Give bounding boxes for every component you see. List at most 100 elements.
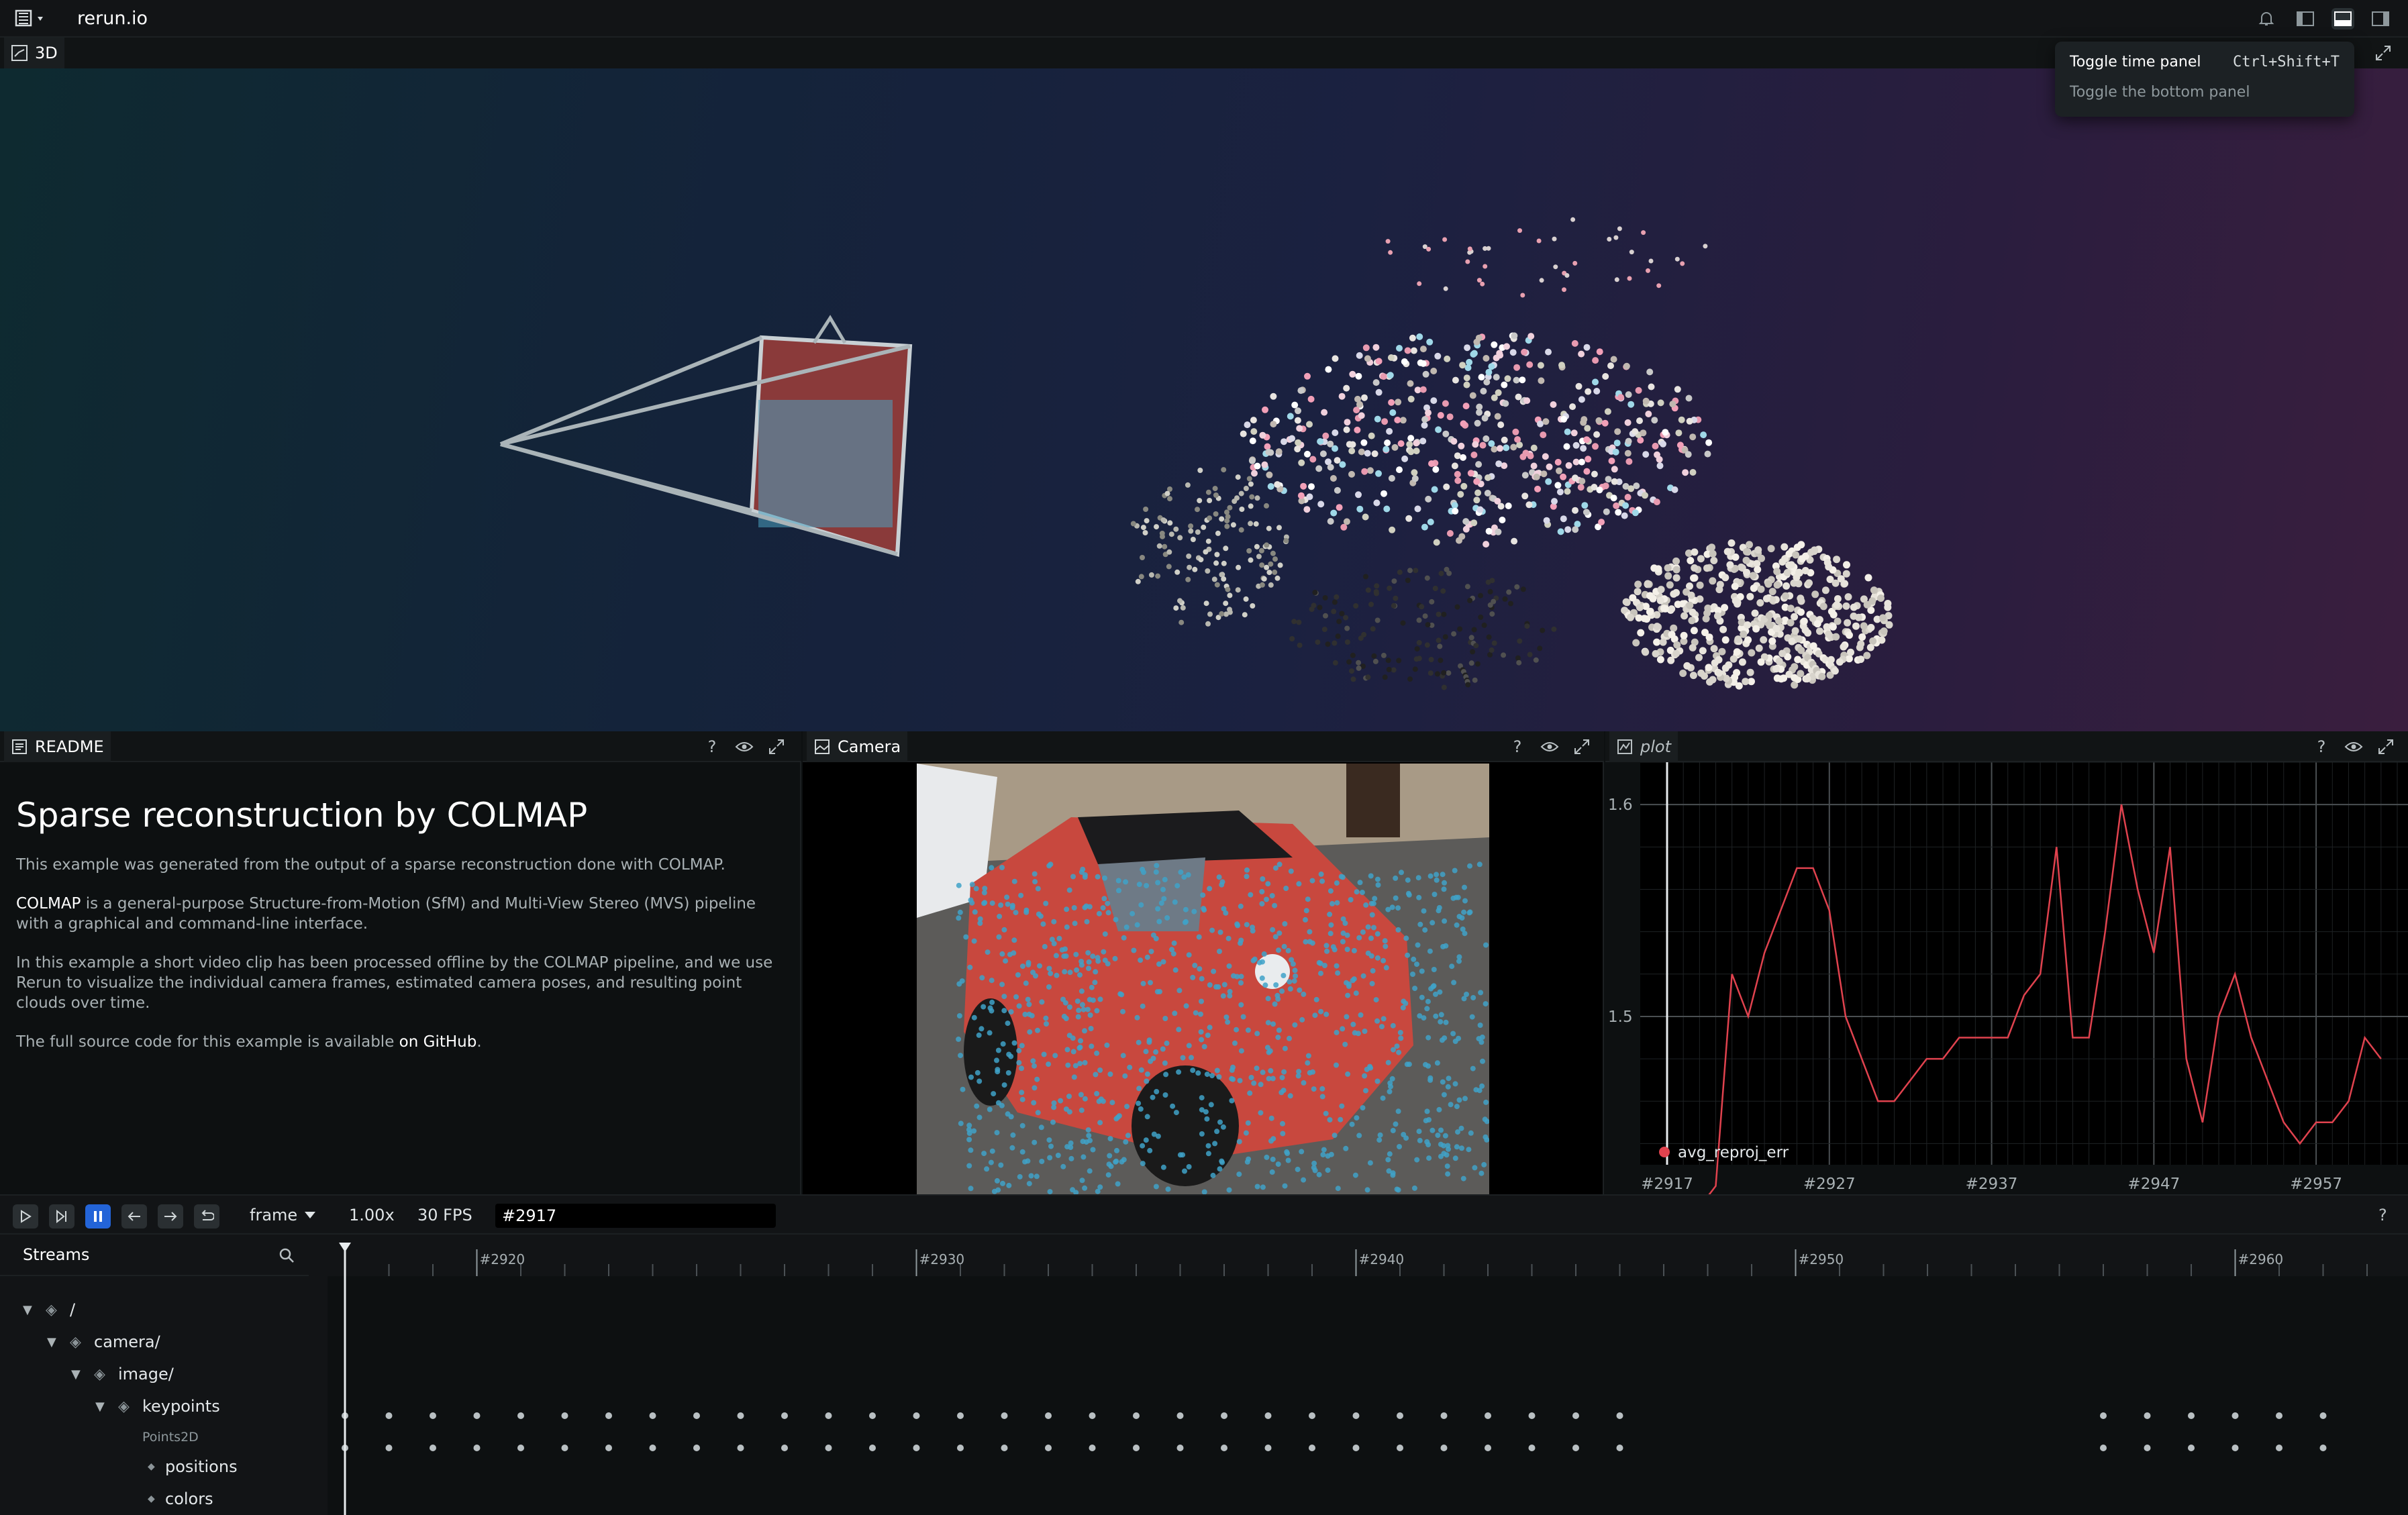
timeline-event-dot[interactable] [561, 1445, 568, 1451]
camera-maximize-button[interactable] [1572, 737, 1592, 757]
timeline-event-dot[interactable] [1485, 1412, 1491, 1419]
timeline-event-dot[interactable] [1528, 1412, 1536, 1419]
timeline-event-dot[interactable] [1264, 1412, 1272, 1419]
chevron-down-icon[interactable]: ▼ [71, 1367, 94, 1381]
timeline-event-dot[interactable] [1176, 1412, 1184, 1419]
timeline-event-dot[interactable] [825, 1445, 832, 1451]
notifications-button[interactable] [2255, 8, 2278, 30]
timeline-event-dot[interactable] [1397, 1412, 1403, 1419]
timeseries-plot[interactable]: 1.61.5 #2917 #2927 #2937 #2947 #2957 avg_rep… [1605, 762, 2408, 1194]
timeline-event-dot[interactable] [1221, 1445, 1227, 1451]
timeline-event-dot[interactable] [913, 1445, 920, 1451]
camera-frustum[interactable] [499, 315, 913, 557]
timeline-event-dot[interactable] [649, 1445, 656, 1451]
timeline-event-dot[interactable] [869, 1445, 876, 1451]
tree-item-image[interactable]: ▼ ◈ image/ [71, 1361, 174, 1388]
chevron-down-icon[interactable]: ▼ [47, 1335, 70, 1349]
timeline-event-dot[interactable] [430, 1445, 436, 1451]
playback-fps[interactable]: 30 FPS [417, 1206, 472, 1224]
readme-help-button[interactable]: ? [702, 737, 722, 757]
step-back-button[interactable] [121, 1204, 147, 1229]
playback-speed[interactable]: 1.00x [349, 1206, 395, 1224]
timeline-event-dot[interactable] [1001, 1445, 1008, 1451]
timeline-event-dot[interactable] [957, 1412, 964, 1419]
timeline-event-dot[interactable] [649, 1412, 656, 1419]
tab-readme[interactable]: README [4, 731, 111, 762]
timeline-event-dot[interactable] [693, 1445, 700, 1451]
timeline-event-dot[interactable] [1616, 1412, 1623, 1419]
timeline-event-dot[interactable] [2276, 1412, 2282, 1419]
timeline-event-dot[interactable] [1264, 1445, 1272, 1451]
timeline-event-dot[interactable] [2100, 1445, 2107, 1451]
toggle-time-panel-button[interactable] [2331, 8, 2354, 30]
plot-visibility-button[interactable] [2344, 737, 2364, 757]
play-button[interactable] [13, 1204, 38, 1229]
timeline-event-dot[interactable] [737, 1445, 744, 1451]
github-link[interactable]: on GitHub [399, 1033, 477, 1051]
tree-item-colors[interactable]: ◆ colors [148, 1485, 213, 1512]
timeline-event-dot[interactable] [2144, 1412, 2151, 1419]
timeline-event-dot[interactable] [1309, 1445, 1315, 1451]
timeline-event-dot[interactable] [517, 1412, 524, 1419]
toggle-right-panel-button[interactable] [2369, 8, 2392, 30]
plot-legend[interactable]: avg_reproj_err [1659, 1144, 1789, 1161]
timeline-event-dot[interactable] [430, 1412, 436, 1419]
time-panel-help-button[interactable]: ? [2378, 1206, 2387, 1224]
timeline-event-dot[interactable] [2231, 1445, 2239, 1451]
timeline-event-dot[interactable] [1001, 1412, 1008, 1419]
timeline-event-dot[interactable] [1485, 1445, 1491, 1451]
loop-button[interactable] [194, 1204, 219, 1229]
timeline-event-dot[interactable] [957, 1445, 964, 1451]
timeline-event-dot[interactable] [473, 1412, 481, 1419]
timeline-event-dot[interactable] [1045, 1445, 1052, 1451]
timeline-event-dot[interactable] [781, 1445, 788, 1451]
timeline-event-dot[interactable] [1352, 1445, 1360, 1451]
timeline-event-dot[interactable] [825, 1412, 832, 1419]
timeline-event-dot[interactable] [2100, 1412, 2107, 1419]
readme-visibility-button[interactable] [734, 737, 754, 757]
timeline-event-dot[interactable] [561, 1412, 568, 1419]
tree-item-keypoints[interactable]: ▼ ◈ keypoints [95, 1393, 220, 1420]
timeline-event-dot[interactable] [1572, 1412, 1579, 1419]
toggle-left-panel-button[interactable] [2294, 8, 2317, 30]
camera-panel[interactable]: Camera ? [803, 731, 1604, 1194]
timeline-event-dot[interactable] [2188, 1412, 2195, 1419]
timeline-event-dot[interactable] [1133, 1445, 1140, 1451]
camera-visibility-button[interactable] [1540, 737, 1560, 757]
timeline-event-dot[interactable] [1176, 1445, 1184, 1451]
timeline-event-dot[interactable] [2319, 1412, 2327, 1419]
step-next-button[interactable] [158, 1204, 183, 1229]
timeline-event-dot[interactable] [1572, 1445, 1579, 1451]
timeline-event-dot[interactable] [1089, 1412, 1096, 1419]
chevron-down-icon[interactable]: ▼ [23, 1303, 46, 1317]
timeline-event-dot[interactable] [2144, 1445, 2151, 1451]
timeline-event-dot[interactable] [1089, 1445, 1096, 1451]
camera-help-button[interactable]: ? [1507, 737, 1527, 757]
plot-panel[interactable]: plot ? 1.6 1.5 #2917 #2927 #2937 #2947 #2957 … [1605, 731, 2408, 1194]
timeline-event-dot[interactable] [2188, 1445, 2195, 1451]
timeline-event-dot[interactable] [605, 1445, 612, 1451]
timeline-selector[interactable]: frame [250, 1206, 316, 1224]
tab-3d[interactable]: 3D [4, 38, 64, 68]
rerun-logo-menu[interactable] [12, 8, 47, 30]
plot-maximize-button[interactable] [2376, 737, 2396, 757]
timeline-event-dot[interactable] [1309, 1412, 1315, 1419]
timeline-event-dot[interactable] [517, 1445, 524, 1451]
timeline-event-dot[interactable] [913, 1412, 920, 1419]
timeline-event-dot[interactable] [737, 1412, 744, 1419]
timeline-event-dot[interactable] [1440, 1445, 1448, 1451]
tab-camera[interactable]: Camera [807, 731, 908, 762]
timeline-canvas[interactable]: #2920 #2930 #2940 #2950 #2960 [328, 1235, 2408, 1515]
timeline-event-dot[interactable] [473, 1445, 481, 1451]
timeline-event-dot[interactable] [1045, 1412, 1052, 1419]
step-forward-button[interactable] [49, 1204, 74, 1229]
timeline-event-dot[interactable] [1528, 1445, 1536, 1451]
timeline-event-dot[interactable] [605, 1412, 612, 1419]
timeline-event-dot[interactable] [1352, 1412, 1360, 1419]
readme-maximize-button[interactable] [766, 737, 787, 757]
timeline-event-dot[interactable] [1221, 1412, 1227, 1419]
timeline-event-dot[interactable] [1440, 1412, 1448, 1419]
tree-item-positions[interactable]: ◆ positions [148, 1453, 238, 1480]
tab-plot[interactable]: plot [1609, 731, 1678, 762]
plot-help-button[interactable]: ? [2311, 737, 2331, 757]
